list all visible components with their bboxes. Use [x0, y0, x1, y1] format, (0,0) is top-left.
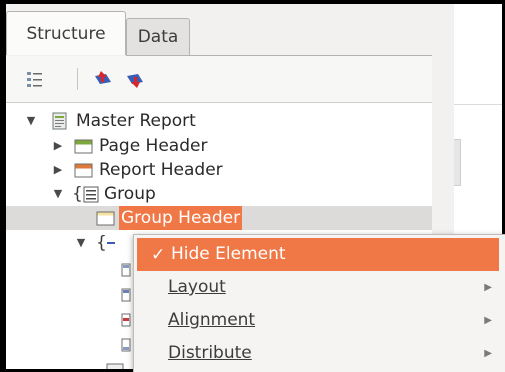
- tree-row-group[interactable]: ▼ { Group: [6, 182, 432, 206]
- menu-label-alignment-text: Alignment: [168, 310, 256, 330]
- menu-label-hide-element: Hide Element: [171, 244, 286, 264]
- element-icon: [121, 286, 131, 304]
- menu-item-distribute[interactable]: Distribute ▶: [134, 337, 502, 370]
- tab-data[interactable]: Data: [126, 18, 190, 55]
- screen: Structure Data ▼ Master Report ▶ Page He…: [0, 0, 505, 372]
- context-menu: ✓ Hide Element Layout ▶ Alignment ▶ Dist…: [133, 234, 505, 372]
- move-up-icon[interactable]: [92, 68, 114, 90]
- collapsed-arrow-icon[interactable]: ▶: [51, 160, 65, 180]
- tree-label-group-header: Group Header: [119, 206, 243, 230]
- tree-label-master-report: Master Report: [76, 111, 196, 131]
- tree-label-report-header: Report Header: [99, 160, 223, 180]
- canvas-ruler-marker: [454, 139, 461, 186]
- expand-arrow-icon[interactable]: ▼: [74, 233, 88, 253]
- menu-item-hide-element[interactable]: ✓ Hide Element: [137, 238, 499, 271]
- tab-structure-label: Structure: [26, 23, 106, 44]
- tab-structure[interactable]: Structure: [6, 11, 126, 55]
- element-icon: [121, 261, 131, 279]
- list-view-icon[interactable]: [24, 68, 46, 90]
- report-header-icon: [74, 161, 93, 179]
- group-body-icon: [106, 234, 116, 252]
- menu-label-distribute: Distribute: [168, 337, 252, 370]
- report-document-icon: [50, 112, 69, 130]
- menu-item-alignment[interactable]: Alignment ▶: [134, 304, 502, 337]
- tab-data-label: Data: [137, 27, 179, 47]
- move-down-icon[interactable]: [124, 68, 146, 90]
- group-icon: [82, 185, 101, 203]
- frame-top: [0, 0, 505, 4]
- checkmark-icon: ✓: [151, 245, 166, 265]
- submenu-arrow-icon: ▶: [484, 348, 492, 359]
- structure-toolbar: [6, 56, 432, 102]
- tree-label-group: Group: [104, 184, 156, 204]
- submenu-arrow-icon: ▶: [484, 282, 492, 293]
- menu-label-layout-text: Layout: [168, 277, 226, 297]
- expand-arrow-icon[interactable]: ▼: [51, 184, 65, 204]
- frame-left: [0, 0, 6, 372]
- page-header-icon: [74, 137, 93, 155]
- tree-row-master-report[interactable]: ▼ Master Report: [6, 109, 432, 133]
- menu-label-distribute-text: Distribute: [168, 343, 252, 363]
- tree-label-page-header: Page Header: [99, 136, 208, 156]
- menu-label-layout: Layout: [168, 271, 226, 304]
- tree-row-group-header[interactable]: Group Header: [6, 206, 432, 230]
- element-icon: [121, 311, 131, 329]
- toolbar-separator: [77, 68, 78, 90]
- collapsed-arrow-icon[interactable]: ▶: [51, 136, 65, 156]
- menu-item-layout[interactable]: Layout ▶: [134, 271, 502, 304]
- expand-arrow-icon[interactable]: ▼: [24, 111, 38, 131]
- canvas-separator: [454, 104, 502, 105]
- tree-row-report-header[interactable]: ▶ Report Header: [6, 158, 432, 182]
- tree-row-page-header[interactable]: ▶ Page Header: [6, 134, 432, 158]
- group-header-icon: [96, 209, 115, 227]
- submenu-arrow-icon: ▶: [484, 315, 492, 326]
- element-icon: [121, 336, 131, 354]
- menu-label-alignment: Alignment: [168, 304, 255, 337]
